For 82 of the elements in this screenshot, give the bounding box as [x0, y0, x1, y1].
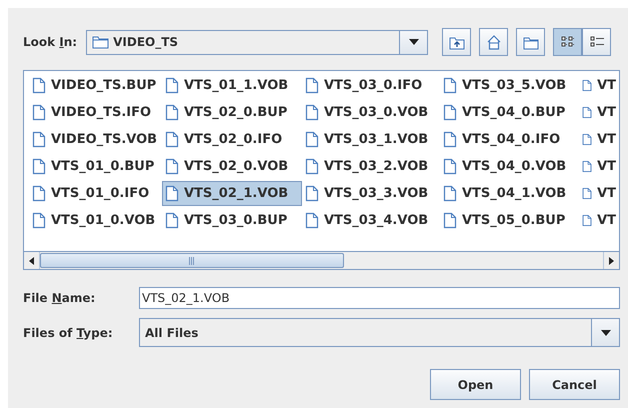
scrollbar-thumb[interactable] — [40, 253, 344, 268]
file-item[interactable]: VTS_03_0.BUP — [162, 208, 302, 233]
file-icon — [443, 158, 457, 175]
file-icon — [305, 185, 319, 202]
file-item[interactable]: VT — [579, 73, 619, 98]
file-item[interactable]: VTS_04_1.VOB — [440, 181, 579, 206]
files-of-type-label: Files of Type: — [23, 326, 114, 340]
file-icon — [165, 77, 179, 94]
file-icon — [305, 131, 319, 148]
file-item[interactable]: VTS_01_0.VOB — [29, 208, 162, 233]
up-folder-button[interactable] — [442, 28, 472, 56]
file-icon — [582, 185, 592, 202]
file-icon — [443, 212, 457, 229]
folder-icon — [92, 35, 110, 49]
file-item[interactable]: VTS_03_5.VOB — [440, 73, 579, 98]
file-name-field[interactable]: VTS_02_1.VOB — [139, 287, 620, 309]
file-icon — [32, 77, 46, 94]
file-icon — [443, 185, 457, 202]
file-item[interactable]: VTS_03_3.VOB — [302, 181, 440, 206]
file-item[interactable]: VIDEO_TS.IFO — [29, 100, 162, 125]
file-icon — [165, 212, 179, 229]
file-item[interactable]: VTS_04_0.IFO — [440, 127, 579, 152]
file-icon — [32, 185, 46, 202]
file-item[interactable]: VTS_01_1.VOB — [162, 73, 302, 98]
dropdown-arrow-icon — [600, 330, 610, 336]
file-item[interactable]: VTS_04_0.VOB — [440, 154, 579, 179]
file-item[interactable]: VTS_02_1.VOB — [162, 181, 302, 206]
look-in-value: VIDEO_TS — [113, 35, 178, 49]
file-icon — [305, 104, 319, 121]
file-item[interactable]: VTS_03_0.VOB — [302, 100, 440, 125]
files-of-type-dropdown[interactable]: All Files — [139, 318, 620, 347]
file-icon — [305, 158, 319, 175]
file-icon — [32, 104, 46, 121]
file-item[interactable]: VTS_02_0.IFO — [162, 127, 302, 152]
file-icon — [582, 158, 592, 175]
file-item[interactable]: VTS_01_0.BUP — [29, 154, 162, 179]
file-item[interactable]: VTS_01_0.IFO — [29, 181, 162, 206]
list-view-button[interactable] — [553, 28, 582, 56]
file-item[interactable]: VIDEO_TS.VOB — [29, 127, 162, 152]
scroll-left-icon[interactable] — [29, 256, 34, 264]
dropdown-arrow-icon — [408, 39, 419, 45]
file-icon — [582, 131, 592, 148]
horizontal-scrollbar[interactable] — [24, 251, 619, 269]
file-item[interactable]: VIDEO_TS.BUP — [29, 73, 162, 98]
look-in-label: Look In: — [23, 35, 78, 49]
file-icon — [443, 104, 457, 121]
file-icon — [305, 212, 319, 229]
file-item[interactable]: VTS_05_0.BUP — [440, 208, 579, 233]
file-icon — [165, 158, 179, 175]
file-icon — [305, 77, 319, 94]
file-item[interactable]: VTS_03_4.VOB — [302, 208, 440, 233]
file-icon — [32, 131, 46, 148]
file-icon — [582, 104, 592, 121]
file-item[interactable]: VT — [579, 154, 619, 179]
file-icon — [165, 185, 179, 202]
file-icon — [443, 77, 457, 94]
file-icon — [165, 131, 179, 148]
file-icon — [32, 212, 46, 229]
file-name-label: File Name: — [23, 291, 96, 305]
file-icon — [165, 104, 179, 121]
file-item[interactable]: VT — [579, 208, 619, 233]
file-item[interactable]: VTS_02_0.VOB — [162, 154, 302, 179]
details-view-button[interactable] — [582, 28, 612, 56]
file-item[interactable]: VT — [579, 127, 619, 152]
open-button[interactable]: Open — [430, 369, 521, 400]
home-button[interactable] — [479, 28, 508, 56]
files-of-type-value: All Files — [145, 326, 198, 340]
file-item[interactable]: VTS_03_2.VOB — [302, 154, 440, 179]
scroll-right-icon[interactable] — [609, 256, 614, 264]
file-icon — [443, 131, 457, 148]
file-item[interactable]: VTS_03_0.IFO — [302, 73, 440, 98]
file-item[interactable]: VTS_03_1.VOB — [302, 127, 440, 152]
file-item[interactable]: VTS_02_0.BUP — [162, 100, 302, 125]
file-item[interactable]: VT — [579, 100, 619, 125]
file-icon — [582, 77, 592, 94]
look-in-dropdown[interactable]: VIDEO_TS — [86, 30, 428, 54]
folder-button[interactable] — [516, 28, 546, 56]
file-item[interactable]: VTS_04_0.BUP — [440, 100, 579, 125]
file-icon — [32, 158, 46, 175]
cancel-button[interactable]: Cancel — [529, 369, 620, 400]
file-icon — [582, 212, 592, 229]
file-item[interactable]: VT — [579, 181, 619, 206]
